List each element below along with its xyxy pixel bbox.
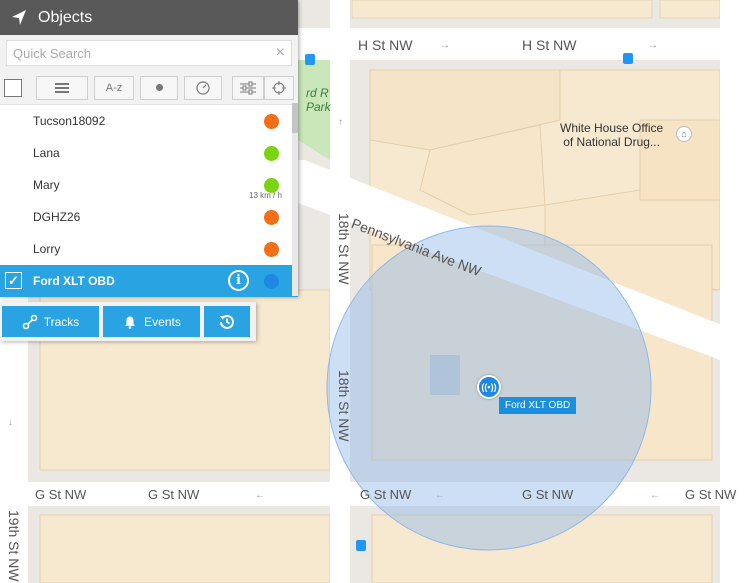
street-label: G St NW	[685, 487, 737, 502]
list-view-button[interactable]	[36, 75, 88, 100]
sort-speed-button[interactable]	[184, 75, 222, 100]
street-label: H St NW	[358, 37, 413, 53]
street-label: G St NW	[35, 487, 87, 502]
filter-settings-button[interactable]	[232, 75, 264, 100]
locate-button[interactable]	[264, 75, 294, 100]
object-name: DGHZ26	[33, 210, 81, 224]
crosshair-icon	[272, 80, 286, 95]
events-label: Events	[144, 314, 181, 329]
checkmark-icon[interactable]: ✓	[5, 272, 22, 289]
svg-text:↓: ↓	[8, 417, 13, 428]
navigation-arrow-icon	[12, 9, 26, 25]
vehicle-marker-icon[interactable]: ((•))	[477, 375, 501, 399]
history-button[interactable]	[204, 306, 250, 337]
objects-panel: Objects × A-z	[0, 0, 298, 297]
list-icon	[55, 82, 69, 93]
street-label: 18th St NW	[336, 213, 352, 285]
objects-list: Tucson18092 Lana Mary 13 km / h DGHZ26 L…	[0, 105, 298, 297]
object-name: Lorry	[33, 242, 61, 256]
list-item-selected[interactable]: ✓ Ford XLT OBD i	[0, 265, 298, 297]
bus-stop-icon[interactable]	[623, 53, 633, 64]
object-name: Ford XLT OBD	[33, 274, 115, 288]
bell-icon	[125, 316, 136, 329]
select-all-checkbox[interactable]	[4, 78, 22, 97]
poi-name: White House Office	[560, 121, 664, 135]
park-label: rd R	[306, 86, 329, 100]
museum-icon[interactable]: ⌂	[676, 126, 692, 142]
list-item[interactable]: Lorry	[0, 233, 298, 265]
tracks-label: Tracks	[43, 314, 80, 329]
object-name: Tucson18092	[33, 114, 106, 128]
list-item[interactable]: Tucson18092	[0, 105, 298, 137]
info-icon[interactable]: i	[228, 270, 249, 291]
toolbar-right-group	[232, 75, 294, 100]
svg-text:↑: ↑	[338, 117, 343, 128]
svg-text:←: ←	[255, 490, 265, 501]
speedometer-icon	[196, 80, 210, 95]
status-dot	[264, 242, 279, 257]
speed-label: 13 km / h	[249, 191, 282, 200]
sliders-icon	[240, 81, 256, 94]
street-label: H St NW	[522, 37, 577, 53]
vehicle-label[interactable]: Ford XLT OBD	[499, 397, 577, 414]
quick-search-input[interactable]	[7, 41, 291, 65]
list-toolbar: A-z	[0, 71, 298, 105]
route-icon	[22, 314, 38, 329]
panel-header: Objects	[0, 0, 298, 35]
panel-title: Objects	[38, 8, 93, 26]
status-dot	[264, 274, 279, 289]
clear-icon[interactable]: ×	[276, 45, 285, 61]
street-label: G St NW	[148, 487, 200, 502]
events-button[interactable]: Events	[103, 306, 200, 337]
status-dot	[264, 114, 279, 129]
list-scrollbar[interactable]	[292, 103, 298, 296]
park-label: Park	[306, 100, 331, 114]
sort-status-button[interactable]	[140, 75, 178, 100]
svg-text:←: ←	[650, 490, 660, 501]
object-actions-bar: Tracks Events	[0, 302, 256, 341]
list-item[interactable]: Lana	[0, 137, 298, 169]
object-name: Mary	[33, 178, 60, 192]
dot-icon	[155, 84, 163, 91]
list-item[interactable]: Mary 13 km / h	[0, 169, 298, 201]
street-label: 18th St NW	[336, 370, 352, 442]
street-label: 19th St NW	[6, 510, 22, 582]
svg-text:→: →	[648, 40, 658, 51]
status-dot	[264, 146, 279, 161]
poi-name: of National Drug...	[563, 135, 660, 149]
svg-text:→: →	[440, 40, 450, 51]
sort-alpha-button[interactable]: A-z	[94, 75, 134, 100]
status-dot	[264, 210, 279, 225]
list-item[interactable]: DGHZ26	[0, 201, 298, 233]
street-label: G St NW	[522, 487, 574, 502]
tracks-button[interactable]: Tracks	[2, 306, 99, 337]
object-name: Lana	[33, 146, 60, 160]
history-icon	[220, 314, 234, 329]
search-row: ×	[0, 35, 298, 71]
bus-stop-icon[interactable]	[305, 54, 315, 65]
search-box: ×	[6, 40, 292, 66]
street-label: G St NW	[360, 487, 412, 502]
sort-alpha-label: A-z	[105, 81, 123, 94]
poi-label[interactable]: White House Office of National Drug...	[560, 121, 663, 149]
bus-stop-icon[interactable]	[356, 540, 366, 551]
scrollbar-thumb[interactable]	[292, 103, 298, 133]
